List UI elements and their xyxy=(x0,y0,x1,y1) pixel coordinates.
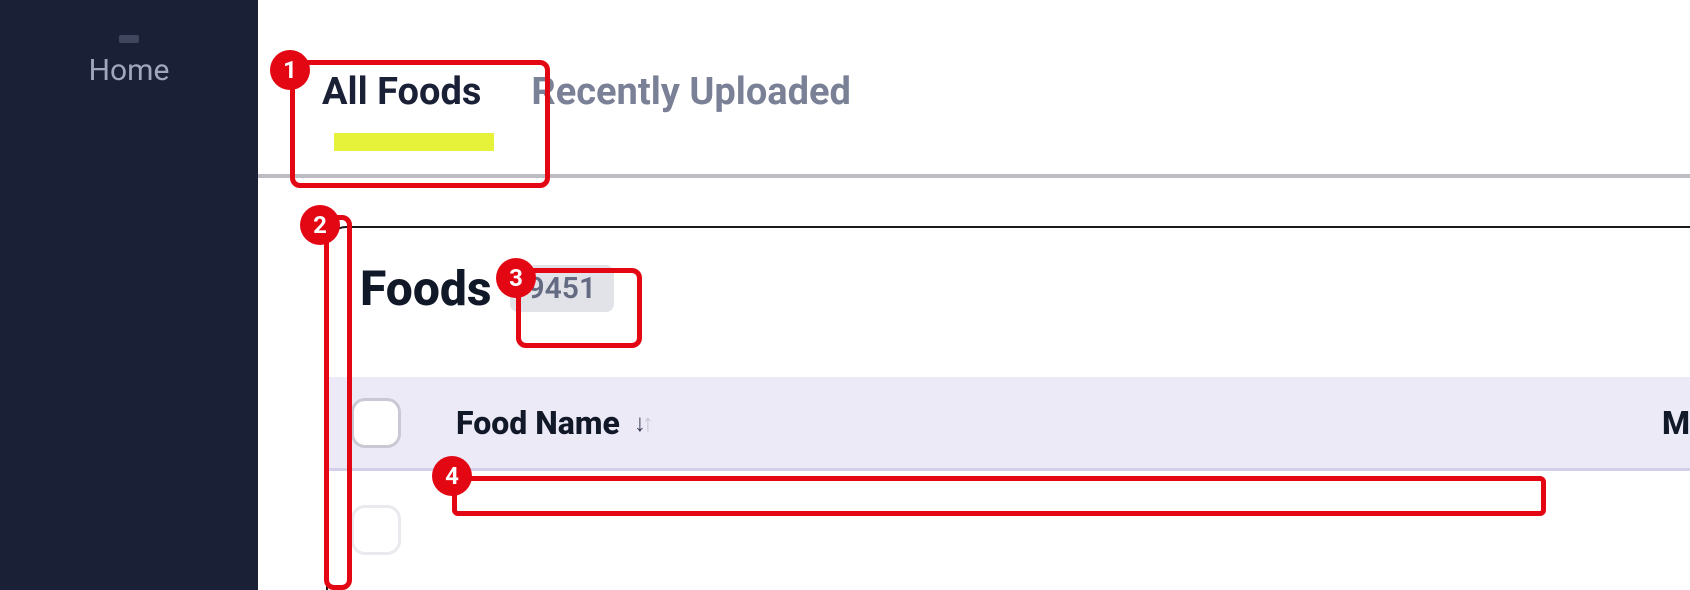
annotation-marker-4: 4 xyxy=(432,456,472,496)
tab-all-foods[interactable]: All Foods xyxy=(322,70,481,154)
tab-label: Recently Uploaded xyxy=(531,70,851,114)
card-title: Foods xyxy=(360,260,492,317)
annotation-marker-2: 2 xyxy=(300,205,340,245)
table-body xyxy=(328,471,1690,555)
tab-recently-uploaded[interactable]: Recently Uploaded xyxy=(531,70,851,154)
row-checkbox-cell xyxy=(336,505,416,555)
sidebar: Home xyxy=(0,0,258,590)
column-header-m[interactable]: M xyxy=(1662,404,1690,442)
tab-label: All Foods xyxy=(322,70,481,114)
home-icon xyxy=(119,35,139,43)
main-content: All Foods Recently Uploaded Foods 9451 F… xyxy=(258,0,1690,590)
annotation-marker-3: 3 xyxy=(496,258,536,298)
sort-icon[interactable]: ↓↑ xyxy=(634,411,654,435)
table-header-row: Food Name ↓↑ M xyxy=(328,377,1690,471)
sidebar-item-label: Home xyxy=(89,53,170,88)
row-checkbox[interactable] xyxy=(351,505,401,555)
select-all-checkbox[interactable] xyxy=(351,398,401,448)
sidebar-item-home[interactable]: Home xyxy=(0,35,258,88)
content-area: Foods 9451 Food Name ↓↑ M xyxy=(258,178,1690,590)
column-header-food-name[interactable]: Food Name ↓↑ xyxy=(416,404,654,442)
annotation-marker-1: 1 xyxy=(270,50,310,90)
column-header-label: M xyxy=(1662,404,1690,442)
tabs-bar: All Foods Recently Uploaded xyxy=(258,0,1690,178)
select-all-cell xyxy=(336,398,416,448)
column-header-label: Food Name xyxy=(456,404,620,442)
arrow-up-icon: ↑ xyxy=(642,411,654,435)
